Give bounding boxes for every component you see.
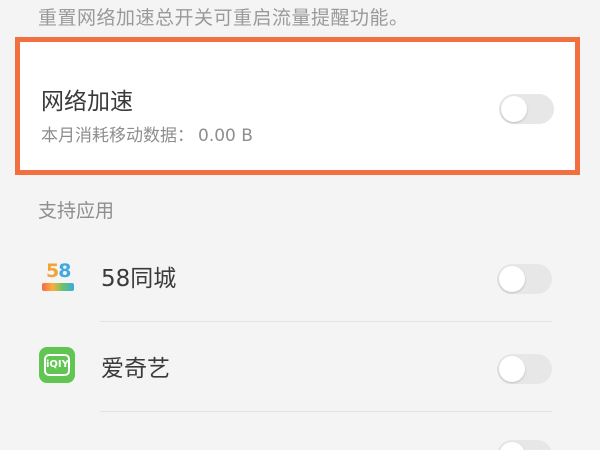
app-row-partial[interactable] xyxy=(0,378,600,450)
network-accel-title: 网络加速 xyxy=(41,89,133,115)
hint-text: 重置网络加速总开关可重启流量提醒功能。 xyxy=(38,7,409,29)
toggle-knob xyxy=(499,442,525,450)
network-accel-settings-screen: 重置网络加速总开关可重启流量提醒功能。 网络加速 本月消耗移动数据： 0.00 B… xyxy=(0,0,600,450)
network-accel-toggle[interactable] xyxy=(499,94,554,124)
app-name: 58同城 xyxy=(101,266,177,292)
usage-value: 0.00 B xyxy=(198,126,253,146)
58-tongcheng-icon: 58 xyxy=(40,260,76,296)
partially-visible-app-icon xyxy=(40,440,70,450)
usage-label: 本月消耗移动数据： xyxy=(41,126,194,146)
monthly-data-usage: 本月消耗移动数据： 0.00 B xyxy=(41,121,253,146)
app-toggle-partial[interactable] xyxy=(497,440,552,450)
network-accel-card[interactable]: 网络加速 本月消耗移动数据： 0.00 B xyxy=(15,37,580,175)
toggle-knob xyxy=(499,266,525,292)
app-row-58[interactable]: 58 58同城 xyxy=(0,232,600,322)
app-name-partial xyxy=(101,440,171,450)
supported-apps-heading: 支持应用 xyxy=(38,200,115,222)
app-toggle-58[interactable] xyxy=(497,264,552,294)
toggle-knob xyxy=(501,96,527,122)
